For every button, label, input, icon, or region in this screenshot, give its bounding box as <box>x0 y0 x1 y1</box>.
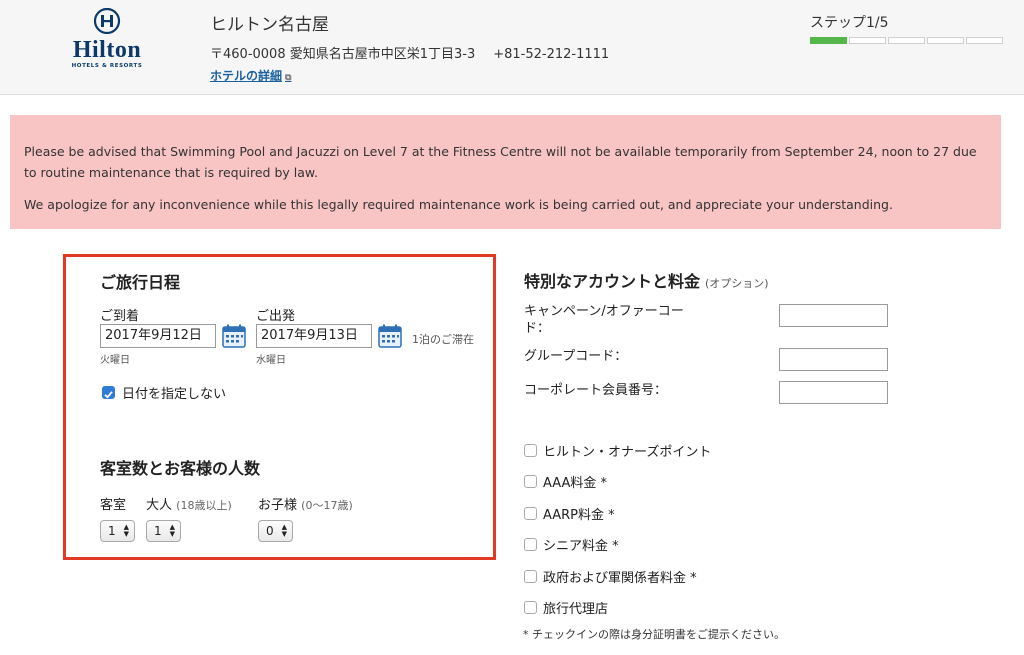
select-arrows-icon: ▲ ▼ <box>123 523 129 538</box>
arrival-label: ご到着 <box>100 309 140 324</box>
hilton-logo[interactable]: Hilton HOTELS & RESORTS <box>62 7 152 74</box>
hotel-details-link-label: ホテルの詳細 <box>210 69 283 83</box>
step-segment-4 <box>927 37 964 44</box>
rate-label-senior: シニア料金 * <box>543 539 619 554</box>
page-header: Hilton HOTELS & RESORTS ヒルトン名古屋 〒460-000… <box>0 0 1024 95</box>
notice-line-1: Please be advised that Swimming Pool and… <box>24 144 977 180</box>
adults-age-note: (18歳以上) <box>176 499 232 512</box>
no-dates-label: 日付を指定しない <box>122 387 227 402</box>
group-code-input[interactable] <box>779 348 888 371</box>
no-dates-checkbox[interactable] <box>102 386 115 399</box>
corporate-number-input[interactable] <box>779 381 888 404</box>
rooms-label: 客室 <box>100 498 127 513</box>
step-segment-5 <box>966 37 1003 44</box>
step-segment-2 <box>849 37 886 44</box>
maintenance-notice: Please be advised that Swimming Pool and… <box>10 115 1001 229</box>
rooms-guests-title: 客室数とお客様の人数 <box>100 459 261 478</box>
campaign-code-label: キャンペーン/オファーコー ド： <box>524 303 684 337</box>
children-label: お子様 <box>258 498 298 513</box>
hotel-address-line: 〒460-0008 愛知県名古屋市中区栄1丁目3-3 +81-52-212-111… <box>210 43 609 62</box>
rate-checkbox-senior[interactable] <box>524 538 537 551</box>
children-select[interactable]: 0 ▲ ▼ <box>258 520 293 542</box>
select-arrows-icon: ▲ ▼ <box>281 523 287 538</box>
special-rates-title: 特別なアカウントと料金 (オプション) <box>524 268 769 292</box>
campaign-code-label-line-1: キャンペーン/オファーコー <box>524 304 684 319</box>
departure-calendar-icon[interactable] <box>378 324 402 348</box>
campaign-code-label-line-2: ド： <box>524 321 551 336</box>
adults-label-group: 大人 (18歳以上) <box>146 494 232 513</box>
group-code-label: グループコード： <box>524 349 628 364</box>
step-progress-bar <box>810 37 1003 44</box>
rate-label-government: 政府および軍関係者料金 * <box>543 571 697 586</box>
campaign-code-input[interactable] <box>779 304 888 327</box>
rate-checkbox-honors-points[interactable] <box>524 444 537 457</box>
notice-line-2: We apologize for any inconvenience while… <box>24 197 893 212</box>
rate-label-honors-points: ヒルトン・オナーズポイント <box>543 445 712 460</box>
hotel-address: 〒460-0008 愛知県名古屋市中区栄1丁目3-3 <box>210 47 476 62</box>
hotel-details-link[interactable]: ホテルの詳細 ⧉ <box>210 67 291 84</box>
adults-select-value: 1 <box>154 524 162 538</box>
optional-note: (オプション) <box>705 277 769 290</box>
itinerary-panel: ご旅行日程 ご到着 2017年9月12日 火曜日 ご出発 2017年9月13日 … <box>63 254 496 560</box>
hilton-emblem-icon <box>93 7 121 35</box>
step-segment-3 <box>888 37 925 44</box>
children-label-group: お子様 (0〜17歳) <box>258 494 353 513</box>
step-indicator-label: ステップ1/5 <box>810 15 889 31</box>
hotel-phone: +81-52-212-1111 <box>493 47 610 62</box>
nights-count: 1泊のご滞在 <box>412 333 474 346</box>
rooms-select[interactable]: 1 ▲ ▼ <box>100 520 135 542</box>
step-segment-1 <box>810 37 847 44</box>
arrival-weekday: 火曜日 <box>100 355 130 366</box>
adults-label: 大人 <box>146 498 173 513</box>
departure-label: ご出発 <box>256 309 296 324</box>
departure-date-input[interactable]: 2017年9月13日 <box>256 324 372 348</box>
arrival-date-input[interactable]: 2017年9月12日 <box>100 324 216 348</box>
external-link-icon: ⧉ <box>285 73 292 83</box>
hotel-name: ヒルトン名古屋 <box>210 15 329 35</box>
rate-checkbox-travel-agent[interactable] <box>524 601 537 614</box>
logo-wordmark: Hilton <box>72 37 142 63</box>
id-requirement-footnote: * チェックインの際は身分証明書をご提示ください。 <box>523 628 785 641</box>
rate-label-aaa: AAA料金 * <box>543 476 608 491</box>
children-age-note: (0〜17歳) <box>301 499 353 512</box>
rate-checkbox-government[interactable] <box>524 570 537 583</box>
checkmark-icon <box>104 391 113 399</box>
corporate-number-label: コーポレート会員番号： <box>524 383 668 398</box>
select-arrows-icon: ▲ ▼ <box>169 523 175 538</box>
rooms-select-value: 1 <box>108 524 116 538</box>
rate-checkbox-aaa[interactable] <box>524 475 537 488</box>
departure-weekday: 水曜日 <box>256 355 286 366</box>
children-select-value: 0 <box>266 524 274 538</box>
adults-select[interactable]: 1 ▲ ▼ <box>146 520 181 542</box>
rate-label-travel-agent: 旅行代理店 <box>543 602 609 617</box>
special-rates-heading: 特別なアカウントと料金 <box>524 272 701 291</box>
itinerary-title: ご旅行日程 <box>100 273 181 292</box>
arrival-calendar-icon[interactable] <box>222 324 246 348</box>
rate-checkbox-aarp[interactable] <box>524 507 537 520</box>
logo-tagline: HOTELS & RESORTS <box>71 63 143 69</box>
rate-label-aarp: AARP料金 * <box>543 508 615 523</box>
